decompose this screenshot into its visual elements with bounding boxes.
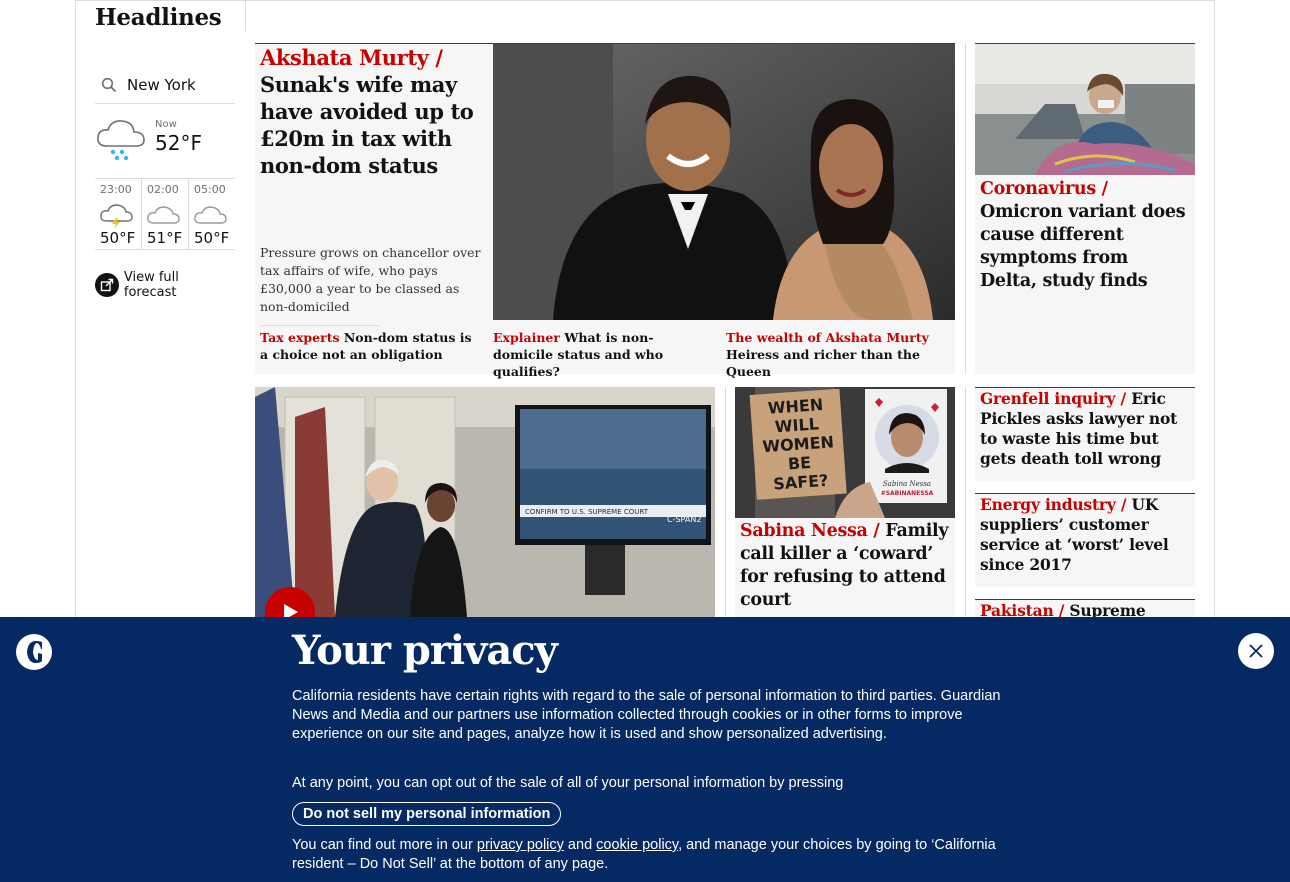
cloud-icon [194, 206, 227, 224]
main-story-sublinks: Tax experts Non-dom status is a choice n… [255, 325, 955, 379]
weather-hour: 23:00 50°F [95, 179, 142, 249]
weather-now-temp: 52°F [155, 131, 202, 155]
cookie-policy-link[interactable]: cookie policy [596, 837, 678, 853]
energy-story-card[interactable]: Energy industry / UK suppliers’ customer… [975, 493, 1195, 587]
weather-hour-temp: 51°F [147, 229, 183, 247]
column-divider [725, 387, 726, 617]
placard-hashtag: #SABINANESSA [881, 490, 934, 497]
coronavirus-story-headline[interactable]: Coronavirus / Omicron variant does cause… [980, 178, 1190, 293]
main-story-kicker: Akshata Murty / [260, 45, 443, 70]
weather-hour: 05:00 50°F [189, 179, 235, 249]
sabina-nessa-kicker: Sabina Nessa / [740, 521, 880, 541]
protest-signs-photo: WHEN WILL WOMEN BE SAFE? Sabina Nessa #S… [735, 387, 955, 518]
weather-now: Now 52°F [95, 104, 235, 179]
weather-location-search[interactable]: New York [95, 66, 235, 104]
screen-label: CONFIRM TO U.S. SUPREME COURT [525, 508, 649, 516]
sublink-text: Heiress and richer than the Queen [726, 347, 920, 379]
privacy-paragraph-1: California residents have certain rights… [292, 688, 1001, 742]
weather-hour-temp: 50°F [194, 229, 230, 247]
weather-location: New York [127, 75, 196, 94]
screen-caption: C-SPAN2 [667, 515, 701, 524]
privacy-text: You can find out more in our [292, 837, 477, 853]
do-not-sell-button[interactable]: Do not sell my personal information [292, 802, 562, 826]
protest-sign-text: WHEN WILL WOMEN BE SAFE? [761, 394, 835, 494]
external-link-icon [95, 273, 119, 297]
privacy-policy-link[interactable]: privacy policy [477, 837, 564, 853]
privacy-paragraph-2: At any point, you can opt out of the sal… [292, 775, 844, 791]
forecast-link-label: View full forecast [123, 270, 179, 300]
view-forecast-link[interactable]: View full forecast [95, 270, 235, 300]
column-divider [965, 43, 966, 374]
grenfell-headline[interactable]: Grenfell inquiry / Eric Pickles asks law… [980, 389, 1190, 469]
section-title: Headlines [95, 4, 222, 31]
weather-hourly: 23:00 50°F 02:00 51°F 05:00 50°F [95, 179, 235, 250]
thunder-rain-icon [100, 204, 133, 229]
weather-hour-temp: 50°F [100, 229, 136, 247]
play-icon [284, 604, 298, 617]
coronavirus-title: Omicron variant does cause different sym… [980, 202, 1186, 291]
video-story-card[interactable]: CONFIRM TO U.S. SUPREME COURT C-SPAN2 [255, 387, 715, 617]
guardian-logo [16, 634, 52, 670]
weather-hour-time: 05:00 [194, 183, 226, 196]
main-story-title: Sunak's wife may have avoided up to £20m… [260, 72, 474, 178]
cloud-icon [147, 206, 180, 224]
biden-video-still: CONFIRM TO U.S. SUPREME COURT C-SPAN2 [255, 387, 715, 617]
privacy-banner: Your privacy California residents have c… [0, 617, 1290, 882]
search-icon [101, 77, 117, 92]
main-story-image[interactable] [493, 44, 955, 320]
sabina-nessa-story-card[interactable]: WHEN WILL WOMEN BE SAFE? Sabina Nessa #S… [735, 387, 955, 617]
pakistan-kicker: Pakistan / [980, 601, 1065, 617]
coronavirus-kicker: Coronavirus / [980, 179, 1108, 199]
grenfell-story-card[interactable]: Grenfell inquiry / Eric Pickles asks law… [975, 387, 1195, 481]
main-story-headline[interactable]: Akshata Murty / Sunak's wife may have av… [260, 44, 485, 179]
pakistan-headline[interactable]: Pakistan / Supreme court [980, 601, 1190, 617]
coronavirus-story-card[interactable]: Coronavirus / Omicron variant does cause… [975, 43, 1195, 374]
sublink-kicker: Explainer [493, 330, 560, 345]
close-icon [1249, 644, 1263, 658]
rain-cloud-icon [97, 120, 145, 161]
energy-headline[interactable]: Energy industry / UK suppliers’ customer… [980, 495, 1190, 575]
placard-caption: Sabina Nessa [883, 480, 931, 488]
coronavirus-story-image[interactable] [975, 44, 1195, 175]
column-divider [965, 387, 966, 617]
privacy-text: and [563, 837, 597, 853]
weather-hour-time: 23:00 [100, 183, 132, 196]
sublink-wealth[interactable]: The wealth of Akshata Murty Heiress and … [726, 329, 951, 380]
weather-widget: New York Now 52°F 23:00 50°F 02:00 51°F [95, 66, 235, 300]
sublink-kicker: Tax experts [260, 330, 340, 345]
sabina-nessa-story-image[interactable]: WHEN WILL WOMEN BE SAFE? Sabina Nessa #S… [735, 387, 955, 518]
sabina-nessa-headline[interactable]: Sabina Nessa / Family call killer a ‘cow… [740, 520, 950, 612]
privacy-title: Your privacy [292, 627, 558, 674]
pakistan-story-card[interactable]: Pakistan / Supreme court [975, 599, 1195, 617]
couple-photo [493, 44, 955, 320]
main-story-standfirst: Pressure grows on chancellor over tax af… [260, 245, 481, 314]
close-banner-button[interactable] [1238, 633, 1274, 669]
privacy-paragraph-3: You can find out more in our privacy pol… [292, 836, 1002, 874]
weather-hour: 02:00 51°F [142, 179, 189, 249]
main-story-card[interactable]: Akshata Murty / Sunak's wife may have av… [255, 43, 955, 379]
sublink-kicker: The wealth of Akshata Murty [726, 330, 929, 345]
weather-hour-time: 02:00 [147, 183, 179, 196]
section-divider [245, 0, 246, 31]
sublink-tax-experts[interactable]: Tax experts Non-dom status is a choice n… [260, 325, 475, 363]
weather-now-label: Now [155, 119, 177, 130]
energy-kicker: Energy industry / [980, 495, 1127, 514]
sick-woman-photo [975, 44, 1195, 175]
grenfell-kicker: Grenfell inquiry / [980, 389, 1127, 408]
main-story-text: Akshata Murty / Sunak's wife may have av… [260, 44, 485, 179]
sublink-explainer[interactable]: Explainer What is non-domicile status an… [493, 329, 708, 380]
